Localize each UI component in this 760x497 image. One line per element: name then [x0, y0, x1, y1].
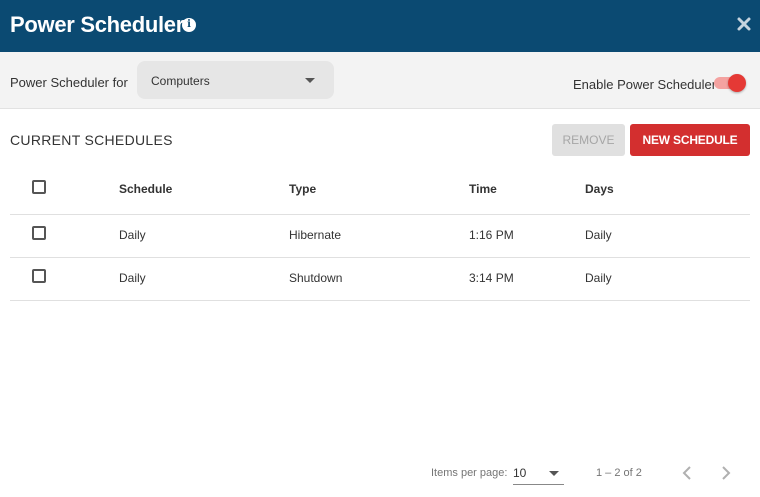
- table-row[interactable]: Daily Shutdown 3:14 PM Daily: [10, 258, 750, 301]
- new-schedule-button[interactable]: NEW SCHEDULE: [630, 124, 750, 156]
- items-per-page-value: 10: [513, 466, 527, 480]
- scheduler-for-label: Power Scheduler for: [10, 75, 128, 90]
- title-bar: Power Scheduler i: [0, 0, 760, 52]
- info-circle-icon[interactable]: i: [182, 18, 196, 32]
- column-header-time[interactable]: Time: [469, 182, 497, 196]
- cell-days: Daily: [585, 271, 612, 285]
- items-per-page-label: Items per page:: [431, 467, 508, 479]
- cell-type: Hibernate: [289, 228, 342, 242]
- table-header-row: Schedule Type Time Days: [10, 166, 750, 215]
- row-checkbox[interactable]: [32, 269, 46, 283]
- items-per-page-select[interactable]: 10: [513, 463, 564, 485]
- enable-scheduler-toggle[interactable]: [712, 74, 748, 94]
- column-header-type[interactable]: Type: [289, 182, 316, 196]
- dialog-title: Power Scheduler: [10, 12, 185, 37]
- paginator: Items per page: 10 1 – 2 of 2: [0, 455, 760, 491]
- page-range-label: 1 – 2 of 2: [596, 467, 642, 479]
- scheduler-target-select[interactable]: Computers: [137, 61, 334, 99]
- cell-time: 3:14 PM: [469, 271, 514, 285]
- cell-schedule: Daily: [119, 271, 146, 285]
- enable-scheduler-label: Enable Power Scheduler: [573, 77, 717, 92]
- remove-button[interactable]: REMOVE: [552, 124, 625, 156]
- cell-schedule: Daily: [119, 228, 146, 242]
- column-header-schedule[interactable]: Schedule: [119, 182, 172, 196]
- scheduler-toolbar: Power Scheduler for Computers Enable Pow…: [0, 52, 760, 109]
- toggle-knob: [728, 74, 746, 92]
- chevron-down-icon: [549, 471, 559, 476]
- current-schedules-heading: CURRENT SCHEDULES: [10, 132, 173, 148]
- next-page-icon[interactable]: [715, 463, 735, 483]
- table-row[interactable]: Daily Hibernate 1:16 PM Daily: [10, 215, 750, 258]
- close-icon[interactable]: [735, 15, 753, 33]
- row-checkbox[interactable]: [32, 226, 46, 240]
- select-all-checkbox[interactable]: [32, 180, 46, 194]
- scheduler-target-value: Computers: [151, 74, 210, 88]
- schedules-table: Schedule Type Time Days Daily Hibernate …: [10, 166, 750, 301]
- cell-time: 1:16 PM: [469, 228, 514, 242]
- column-header-days[interactable]: Days: [585, 182, 614, 196]
- cell-type: Shutdown: [289, 271, 343, 285]
- previous-page-icon[interactable]: [678, 463, 698, 483]
- cell-days: Daily: [585, 228, 612, 242]
- chevron-down-icon: [305, 78, 315, 83]
